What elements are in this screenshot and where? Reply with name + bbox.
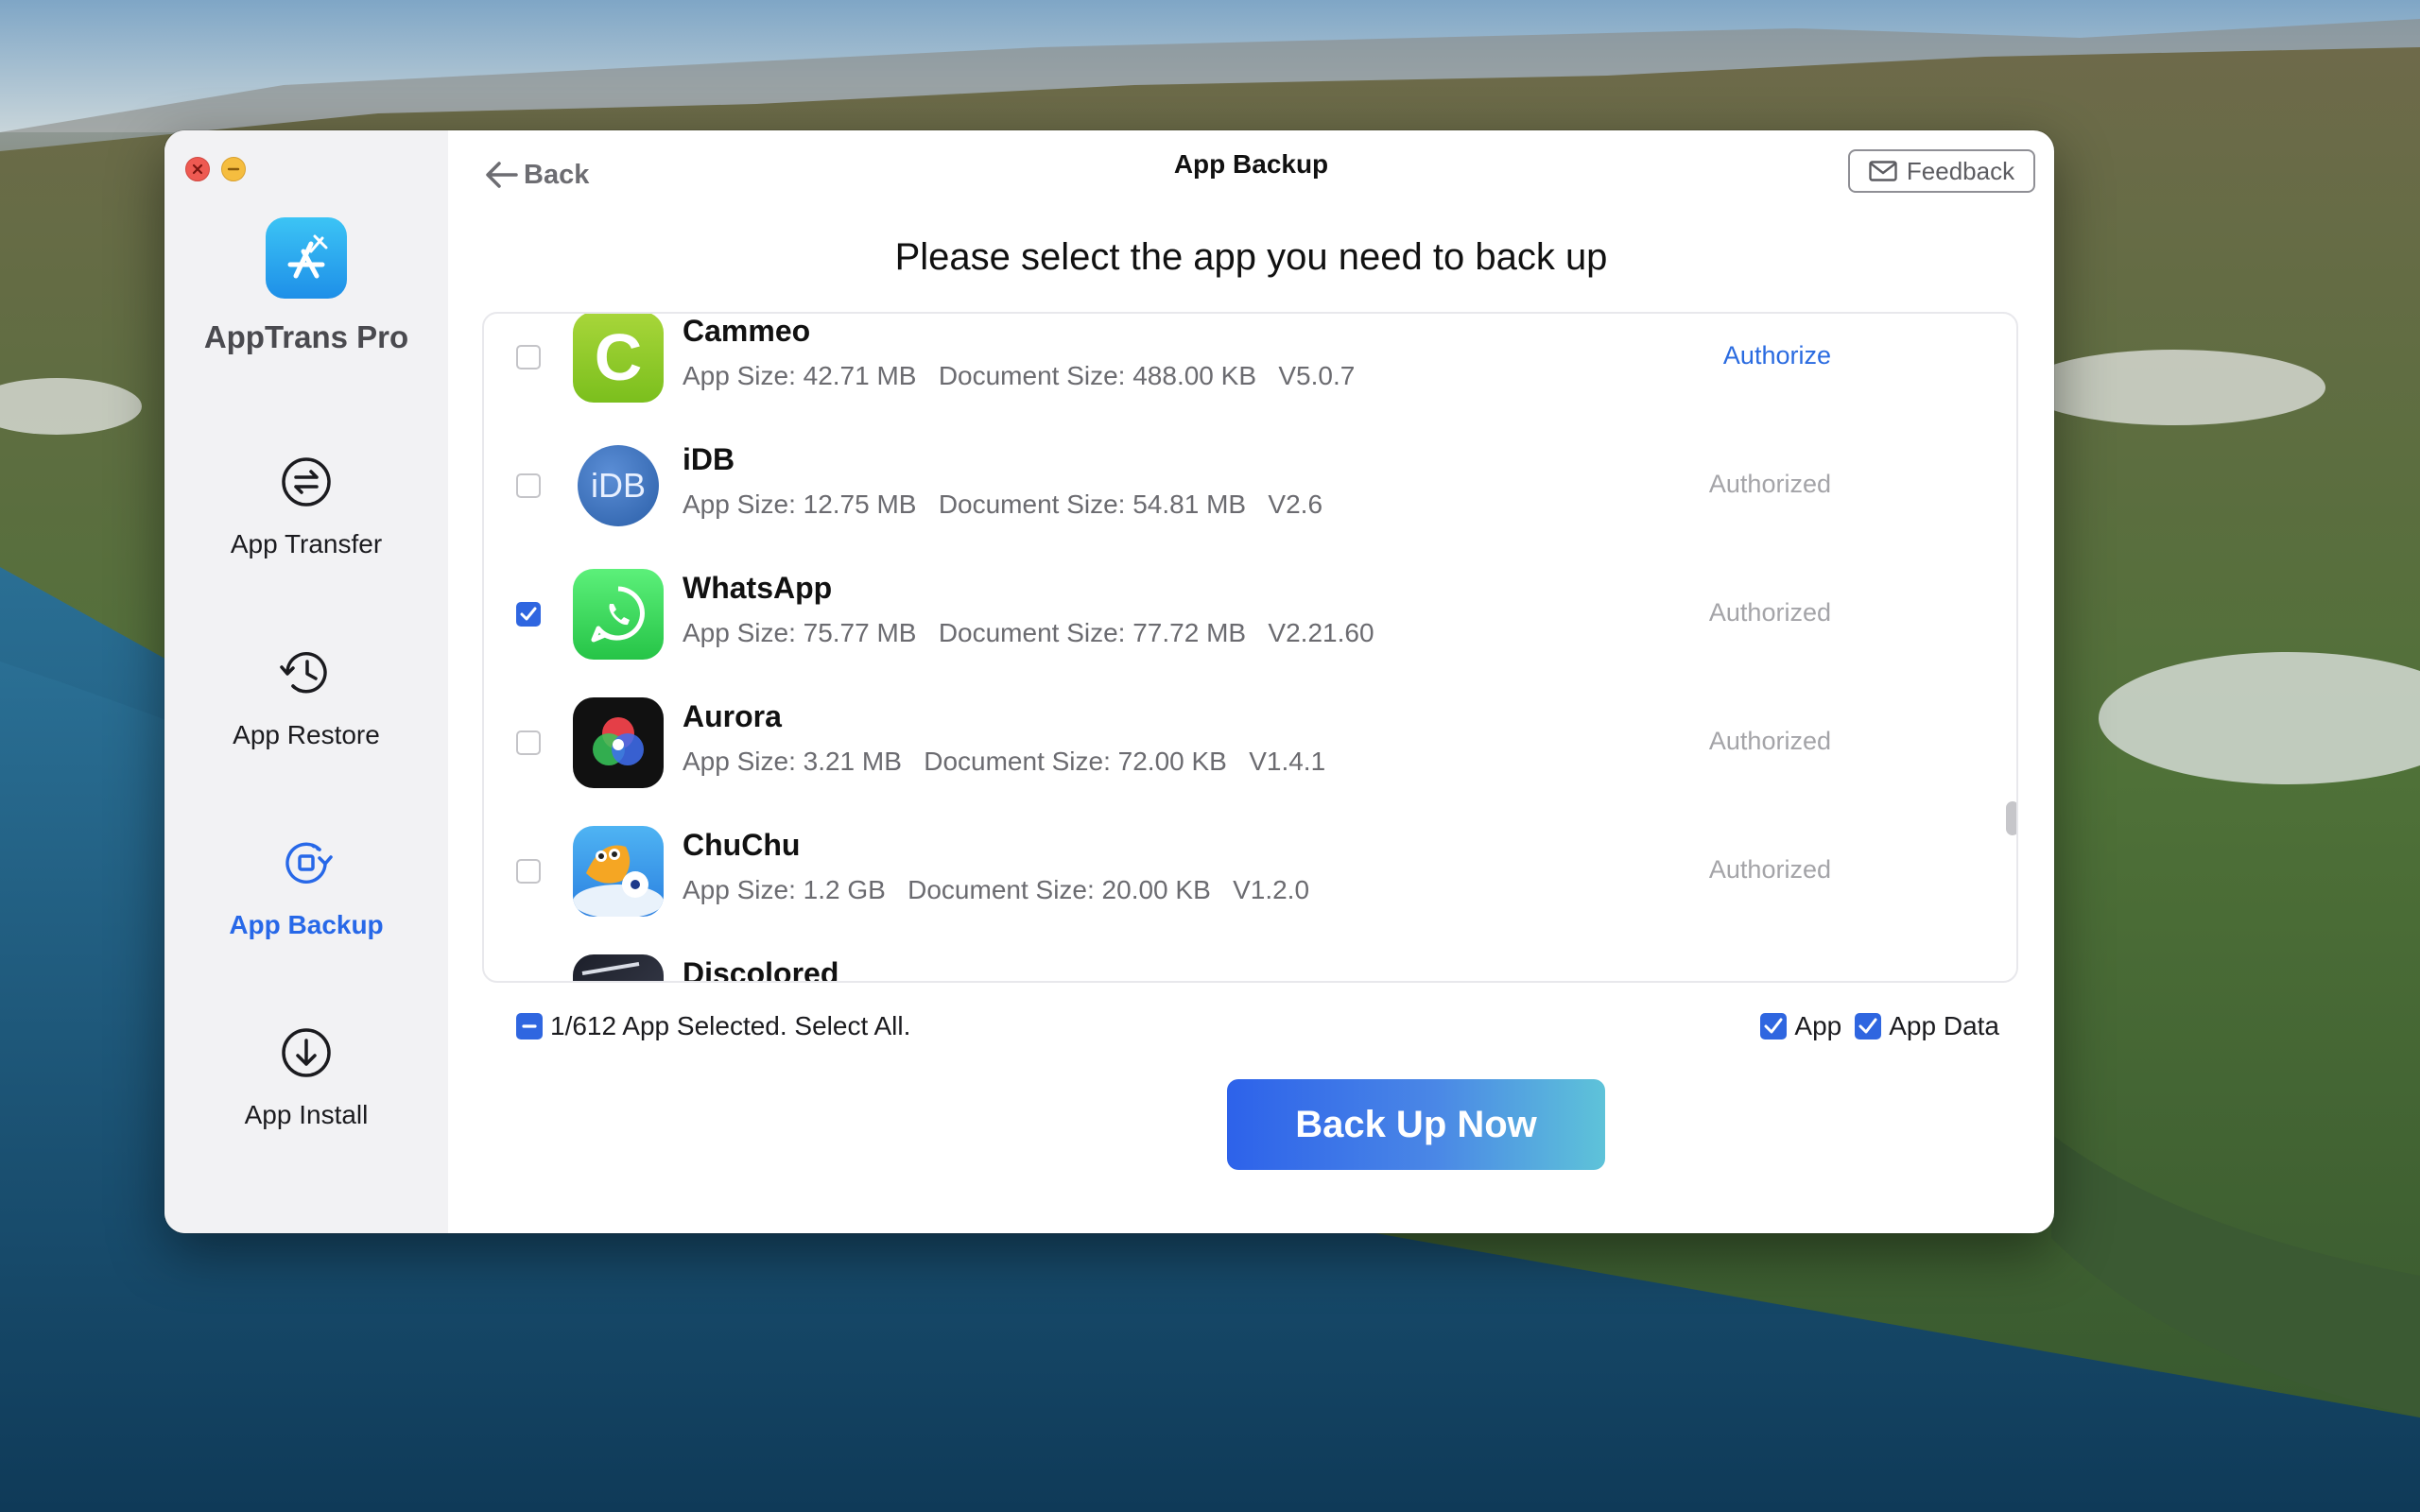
discolored-icon — [573, 954, 664, 981]
app-logo — [266, 217, 347, 299]
sidebar: AppTrans Pro App Transfer App Restore Ap… — [164, 130, 448, 1233]
app-checkbox[interactable] — [516, 859, 541, 884]
minimize-icon — [227, 167, 240, 171]
app-name-label: WhatsApp — [683, 571, 833, 605]
app-option-label: App — [1794, 1011, 1842, 1040]
close-icon — [192, 163, 203, 175]
select-all-checkbox[interactable] — [516, 1013, 543, 1040]
cammeo-icon: C — [573, 314, 664, 403]
app-name-label: ChuChu — [683, 828, 801, 862]
chuchu-icon — [573, 826, 664, 917]
checkmark-icon — [520, 607, 537, 621]
authorized-status: Authorized — [1708, 470, 1831, 498]
list-item[interactable]: Aurora App Size: 3.21 MB Document Size: … — [484, 679, 2016, 807]
restore-icon — [280, 652, 327, 694]
minimize-button[interactable] — [221, 157, 246, 181]
select-all-control[interactable]: 1/612 App Selected. Select All. — [516, 1009, 910, 1043]
sidebar-item-app-restore[interactable]: App Restore — [164, 644, 448, 786]
list-item[interactable]: ChuChu App Size: 1.2 GB Document Size: 2… — [484, 807, 2016, 936]
close-button[interactable] — [185, 157, 210, 181]
selection-text[interactable]: 1/612 App Selected. Select All. — [550, 1011, 910, 1041]
authorized-status: Authorized — [1708, 598, 1831, 627]
sidebar-item-label: App Install — [244, 1100, 369, 1129]
app-checkbox[interactable] — [516, 345, 541, 369]
option-app-data[interactable]: App Data — [1855, 1011, 1999, 1041]
app-name-label: iDB — [683, 442, 735, 476]
app-name-label: Discolored — [683, 956, 839, 983]
app-data-option-label: App Data — [1889, 1011, 1999, 1040]
feedback-button[interactable]: Feedback — [1848, 149, 2035, 193]
app-details: App Size: 3.21 MB Document Size: 72.00 K… — [683, 747, 1326, 776]
sidebar-item-app-transfer[interactable]: App Transfer — [164, 454, 448, 595]
page-title: App Backup — [1173, 149, 1329, 179]
list-item[interactable]: WhatsApp App Size: 75.77 MB Document Siz… — [484, 550, 2016, 679]
app-checkbox[interactable] — [516, 473, 541, 498]
list-scrollbar[interactable] — [2006, 801, 2016, 835]
sidebar-item-label: App Transfer — [230, 529, 383, 558]
list-item[interactable]: iDB iDB App Size: 12.75 MB Document Size… — [484, 421, 2016, 550]
page-subtitle: Please select the app you need to back u… — [894, 236, 1608, 278]
app-checkbox[interactable] — [516, 602, 541, 627]
transfer-icon — [282, 457, 331, 507]
option-app[interactable]: App — [1760, 1011, 1841, 1041]
list-item[interactable]: C Cammeo App Size: 42.71 MB Document Siz… — [484, 314, 2016, 421]
backup-icon — [285, 842, 333, 884]
app-details: App Size: 1.2 GB Document Size: 20.00 KB… — [683, 875, 1310, 904]
mail-icon — [1869, 161, 1897, 181]
sidebar-item-label: App Backup — [229, 910, 384, 939]
app-name-label: Aurora — [683, 699, 782, 733]
sidebar-item-app-backup[interactable]: App Backup — [164, 834, 448, 976]
app-window: AppTrans Pro App Transfer App Restore Ap… — [164, 130, 2054, 1233]
authorized-status: Authorized — [1708, 727, 1831, 755]
app-data-option-checkbox[interactable] — [1855, 1013, 1882, 1040]
main-content: Back App Backup Feedback Please select t… — [448, 130, 2054, 1233]
back-up-now-button[interactable]: Back Up Now — [1227, 1079, 1605, 1170]
checkmark-icon — [1858, 1018, 1877, 1034]
app-details: App Size: 12.75 MB Document Size: 54.81 … — [683, 490, 1323, 519]
authorized-status: Authorized — [1708, 855, 1831, 884]
app-name: AppTrans Pro — [203, 319, 409, 354]
sidebar-item-label: App Restore — [233, 720, 380, 749]
app-checkbox[interactable] — [516, 730, 541, 755]
whatsapp-icon — [573, 569, 664, 660]
app-store-icon — [287, 234, 328, 279]
app-details: App Size: 42.71 MB Document Size: 488.00… — [683, 361, 1356, 390]
install-icon — [282, 1028, 331, 1077]
app-details: App Size: 75.77 MB Document Size: 77.72 … — [683, 618, 1374, 647]
checkmark-icon — [1764, 1018, 1783, 1034]
partial-select-icon — [522, 1024, 537, 1028]
app-name-label: Cammeo — [683, 314, 811, 348]
idb-icon: iDB — [578, 445, 659, 526]
sidebar-item-app-install[interactable]: App Install — [164, 1024, 448, 1166]
authorize-link[interactable]: Authorize — [1723, 341, 1831, 370]
feedback-label: Feedback — [1906, 156, 2015, 185]
backup-options: App App Data — [1747, 1009, 1999, 1043]
app-option-checkbox[interactable] — [1760, 1013, 1788, 1040]
app-list[interactable]: C Cammeo App Size: 42.71 MB Document Siz… — [482, 312, 2018, 983]
list-item[interactable]: Discolored — [484, 936, 2016, 983]
aurora-icon — [573, 697, 664, 788]
